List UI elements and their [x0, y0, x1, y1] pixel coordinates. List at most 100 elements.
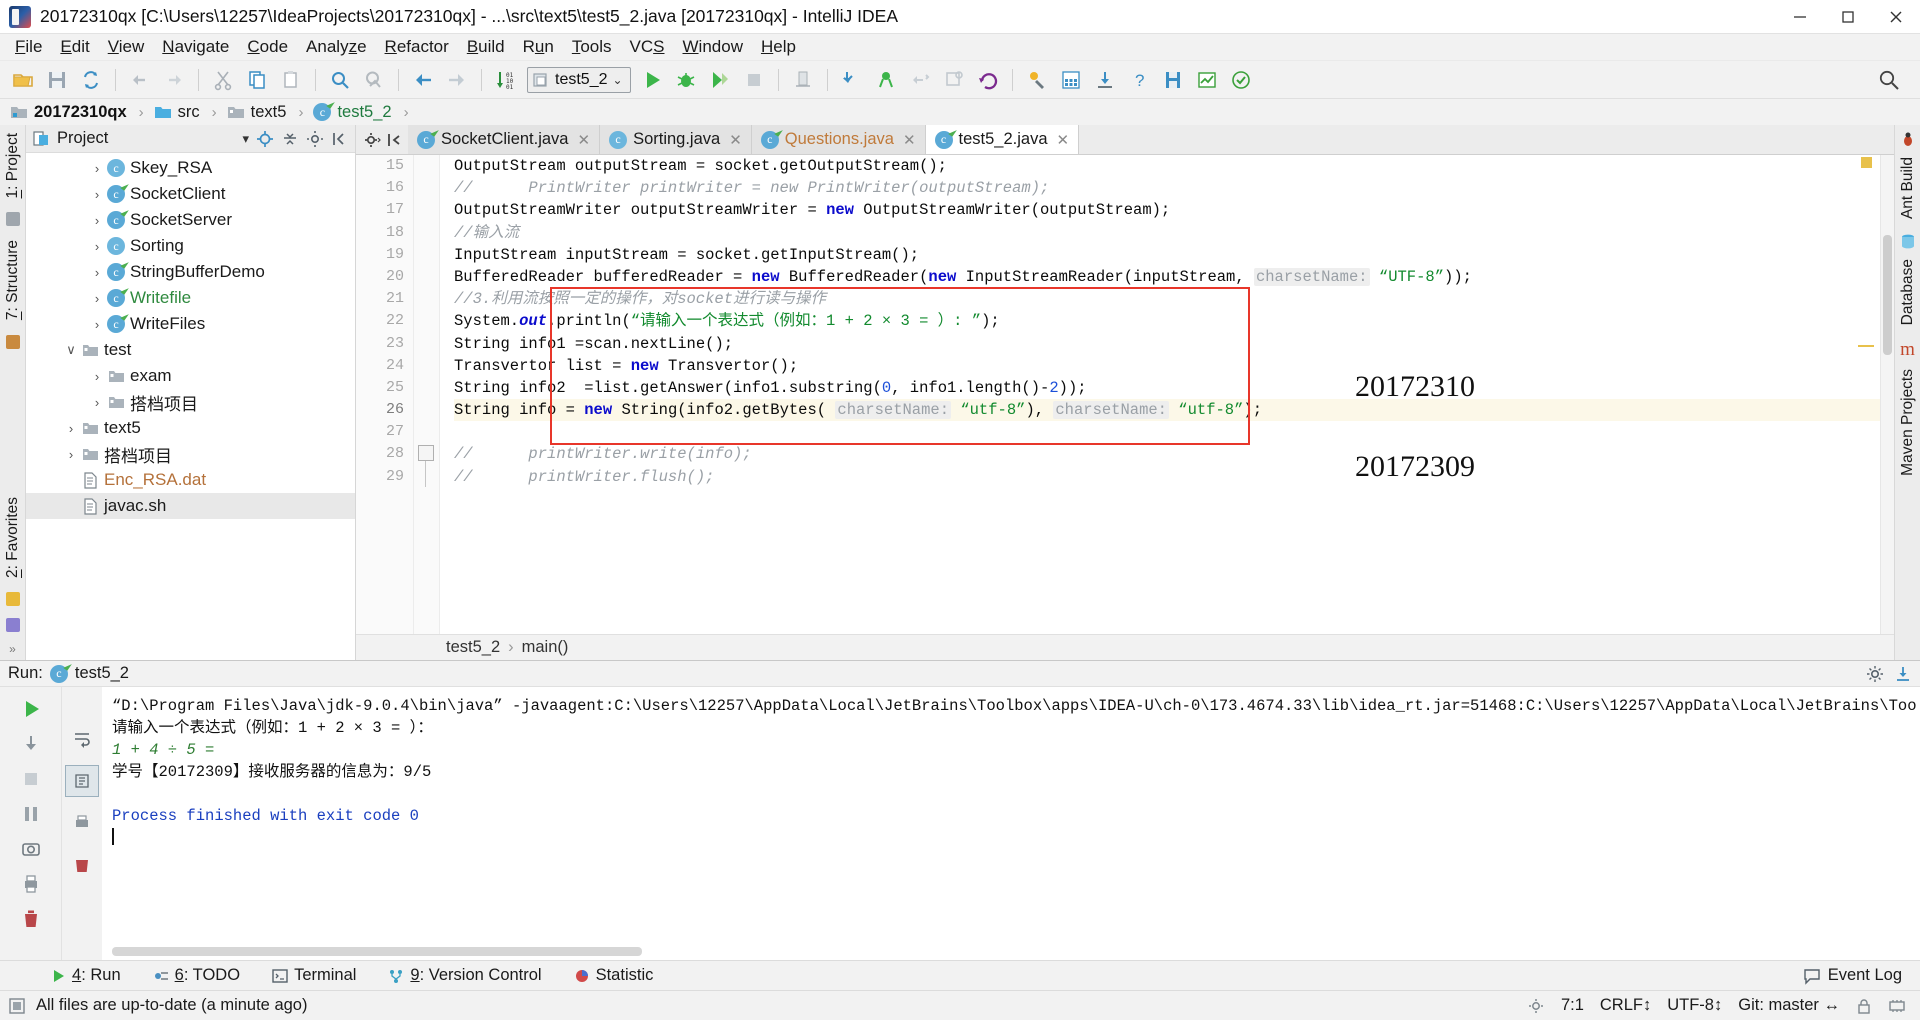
close-icon[interactable]: ✕ [729, 131, 742, 149]
close-icon[interactable]: ✕ [1057, 131, 1070, 149]
rerun-failed-icon[interactable] [14, 728, 48, 760]
tree-expand-arrow[interactable]: › [88, 317, 106, 332]
code-content[interactable]: OutputStream outputStream = socket.getOu… [440, 155, 1880, 488]
tree-expand-arrow[interactable]: › [62, 421, 80, 436]
tab-test5-2-java[interactable]: c test5_2.java ✕ [925, 125, 1080, 154]
compare-icon[interactable] [903, 64, 937, 96]
rail-more-icon[interactable]: » [9, 642, 16, 656]
code-scroll-area[interactable]: OutputStream outputStream = socket.getOu… [440, 155, 1880, 634]
menu-tools[interactable]: Tools [563, 35, 621, 59]
rail-icon-favorites-star[interactable] [5, 592, 20, 606]
editor-area[interactable]: 15 16 17 18 19 20 21 22 23 24 25 26 27 28 29 OutputStr… [356, 155, 1894, 634]
code-line[interactable]: InputStream inputStream = socket.getInpu… [454, 244, 1880, 266]
code-line[interactable]: OutputStreamWriter outputStreamWriter = … [454, 199, 1880, 221]
menu-navigate[interactable]: Navigate [153, 35, 238, 59]
tree-item[interactable]: › c Sorting [26, 233, 355, 259]
gear-icon[interactable] [306, 130, 324, 148]
build-icon[interactable] [786, 64, 820, 96]
hide-tabs-icon[interactable] [386, 131, 402, 149]
tree-item[interactable]: › c WriteFiles [26, 311, 355, 337]
tree-item[interactable]: ∨ test [26, 337, 355, 363]
search-everywhere-icon[interactable] [1872, 64, 1906, 96]
code-line[interactable]: // printWriter.flush(); [454, 466, 1880, 488]
sync-icon[interactable] [74, 64, 108, 96]
project-structure-icon[interactable] [1054, 64, 1088, 96]
collapse-all-icon[interactable] [281, 130, 299, 148]
tab-sorting-java[interactable]: c Sorting.java ✕ [600, 125, 752, 154]
code-line[interactable]: //3.利用流按照一定的操作，对socket进行读与操作 [454, 288, 1880, 310]
menu-help[interactable]: Help [752, 35, 805, 59]
bottom-tab-run[interactable]: 4: Run [34, 966, 137, 985]
close-button[interactable] [1872, 0, 1920, 34]
menu-file[interactable]: File [6, 35, 51, 59]
menu-run[interactable]: Run [514, 35, 563, 59]
code-line[interactable]: Transvertor list = new Transvertor(); [454, 355, 1880, 377]
ant-icon[interactable] [1899, 131, 1917, 149]
code-line[interactable]: System.out.println(“请输入一个表达式（例如：1 + 2 × … [454, 310, 1880, 332]
bottom-tab-version-control[interactable]: 9: Version Control [372, 966, 557, 985]
pause-icon[interactable] [14, 798, 48, 830]
paste-icon[interactable] [274, 64, 308, 96]
bottom-tab-statistic[interactable]: Statistic [558, 966, 670, 985]
editor-gutter[interactable]: 15 16 17 18 19 20 21 22 23 24 25 26 27 28 29 [356, 155, 414, 634]
trash-icon[interactable] [14, 903, 48, 935]
tree-item[interactable]: › exam [26, 363, 355, 389]
rail-icon-commander[interactable] [5, 212, 20, 227]
chart-icon[interactable] [1190, 64, 1224, 96]
tree-expand-arrow[interactable]: › [88, 369, 106, 384]
chevron-down-icon[interactable]: ▾ [242, 131, 249, 147]
debug-icon[interactable] [669, 64, 703, 96]
copy-icon[interactable] [240, 64, 274, 96]
breadcrumb-src[interactable]: src › [154, 103, 227, 122]
stop-icon[interactable] [737, 64, 771, 96]
tree-item[interactable]: Enc_RSA.dat [26, 467, 355, 493]
close-icon[interactable]: ✕ [577, 131, 590, 149]
editor-breadcrumb-method[interactable]: main() [522, 638, 569, 657]
breadcrumb-text5[interactable]: text5 › [227, 103, 314, 122]
scroll-to-end-icon[interactable] [65, 765, 99, 797]
menu-refactor[interactable]: Refactor [376, 35, 458, 59]
save-all-icon[interactable] [40, 64, 74, 96]
hide-panel-icon[interactable] [331, 130, 349, 148]
tree-expand-arrow[interactable]: › [62, 447, 80, 462]
run-coverage-icon[interactable] [703, 64, 737, 96]
menu-view[interactable]: View [99, 35, 154, 59]
tree-expand-arrow[interactable]: › [88, 395, 106, 410]
minimize-button[interactable] [1776, 0, 1824, 34]
menu-code[interactable]: Code [238, 35, 297, 59]
help-icon[interactable]: ? [1122, 64, 1156, 96]
print-icon[interactable] [14, 868, 48, 900]
redo-icon[interactable] [157, 64, 191, 96]
tree-item[interactable]: › c SocketClient [26, 181, 355, 207]
forward-icon[interactable] [440, 64, 474, 96]
run-configuration-selector[interactable]: test5_2 ⌄ [527, 66, 631, 93]
bottom-tab-terminal[interactable]: Terminal [256, 966, 372, 985]
tab-questions-java[interactable]: c Questions.java ✕ [751, 125, 926, 154]
code-line[interactable]: String info = new String(info2.getBytes(… [454, 399, 1880, 422]
find-replace-icon[interactable] [357, 64, 391, 96]
menu-analyze[interactable]: Analyze [297, 35, 376, 59]
print-icon-2[interactable] [65, 807, 99, 839]
tree-item[interactable]: javac.sh [26, 493, 355, 519]
editor-breadcrumb-class[interactable]: test5_2 [446, 638, 500, 657]
lock-icon[interactable] [1856, 997, 1872, 1015]
tree-item[interactable]: › c Writefile [26, 285, 355, 311]
tree-item[interactable]: › c StringBufferDemo [26, 259, 355, 285]
editor-scrollbar[interactable] [1880, 155, 1894, 634]
fold-region-icon[interactable] [418, 445, 434, 461]
rail-button-ant-build[interactable]: Ant Build [1899, 151, 1917, 225]
rail-button-database[interactable]: Database [1899, 253, 1917, 331]
sdk-icon[interactable] [1088, 64, 1122, 96]
tree-expand-arrow[interactable]: › [88, 187, 106, 202]
code-line[interactable]: String info2 =list.getAnswer(info1.subst… [454, 377, 1880, 399]
code-line[interactable]: OutputStream outputStream = socket.getOu… [454, 155, 1880, 177]
soft-wrap-icon[interactable] [65, 723, 99, 755]
tree-expand-arrow[interactable]: ∨ [62, 342, 80, 358]
rail-button-structure[interactable]: 7: Structure [4, 232, 22, 328]
editor-scrollbar-thumb[interactable] [1883, 235, 1892, 355]
undo-icon[interactable] [123, 64, 157, 96]
file-encoding[interactable]: UTF-8↕ [1667, 996, 1722, 1015]
gear-icon[interactable] [363, 131, 381, 149]
code-line[interactable] [454, 421, 1880, 443]
run-icon[interactable] [635, 64, 669, 96]
